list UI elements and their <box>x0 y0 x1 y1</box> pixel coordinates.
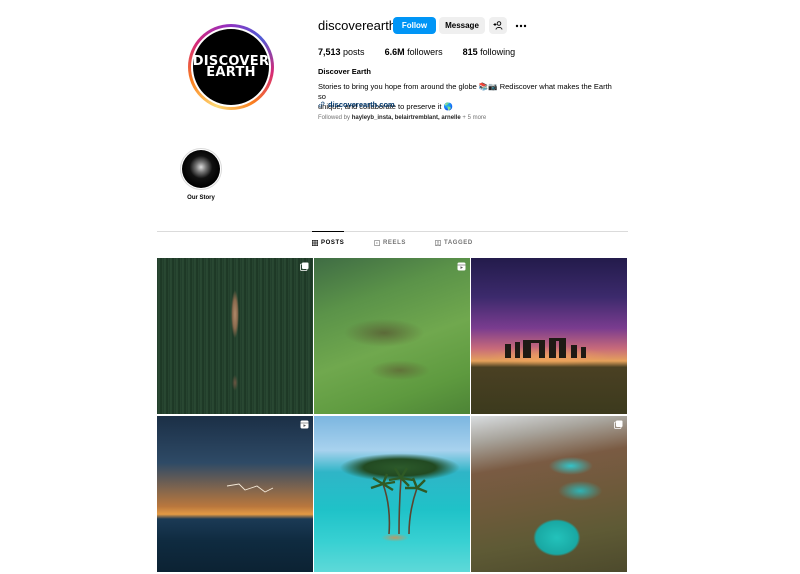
person-add-icon <box>493 21 503 30</box>
more-horizontal-icon <box>515 24 527 27</box>
grid-icon <box>312 240 318 246</box>
tab-tagged[interactable]: TAGGED <box>435 240 473 246</box>
following-count[interactable]: 815 following <box>463 47 516 57</box>
profile-avatar[interactable]: DISCOVER EARTH <box>188 24 274 110</box>
tab-posts[interactable]: POSTS <box>312 240 344 246</box>
followed-by-prefix: Followed by <box>318 115 351 121</box>
posts-count-value: 7,513 <box>318 47 341 57</box>
followed-by-more: + 5 more <box>462 115 487 121</box>
tab-reels[interactable]: REELS <box>374 240 406 246</box>
suggest-accounts-button[interactable] <box>489 17 507 34</box>
post-tile-4[interactable] <box>157 416 313 572</box>
link-icon <box>318 101 325 108</box>
followed-by-names: hayleyb_insta, belairtremblant, arnelle <box>351 115 461 121</box>
followers-count-label: followers <box>407 47 443 57</box>
reel-icon <box>457 262 466 271</box>
followers-count-value: 6.6M <box>384 47 405 57</box>
tagged-icon <box>435 240 441 246</box>
profile-link-text: discoverearth.com <box>328 100 395 109</box>
tab-tagged-label: TAGGED <box>444 240 473 246</box>
following-count-value: 815 <box>462 47 478 57</box>
active-tab-indicator <box>312 231 344 232</box>
followed-by[interactable]: Followed by hayleyb_insta, belairtrembla… <box>318 115 486 121</box>
avatar-logo: DISCOVER EARTH <box>193 29 269 105</box>
following-count-label: following <box>480 47 516 57</box>
tab-posts-label: POSTS <box>321 240 345 246</box>
follow-button[interactable]: Follow <box>393 17 436 34</box>
post-tile-5[interactable] <box>314 416 470 572</box>
avatar-text-line2: EARTH <box>206 65 256 80</box>
message-button[interactable]: Message <box>439 17 485 34</box>
more-options-button[interactable] <box>513 17 529 34</box>
palm-trees <box>370 467 428 535</box>
posts-count-label: posts <box>343 47 365 57</box>
reels-icon <box>374 240 380 246</box>
highlight-cover <box>182 150 220 188</box>
avatar-border: DISCOVER EARTH <box>191 27 271 107</box>
post-tile-1[interactable] <box>157 258 313 414</box>
post-tile-6[interactable] <box>471 416 627 572</box>
followers-count[interactable]: 6.6M followers <box>385 47 443 57</box>
posts-count: 7,513 posts <box>318 47 365 57</box>
tab-reels-label: REELS <box>383 240 407 246</box>
profile-link[interactable]: discoverearth.com <box>318 100 395 109</box>
carousel-icon <box>614 420 623 429</box>
reel-icon <box>300 420 309 429</box>
story-highlight[interactable] <box>180 148 222 190</box>
profile-full-name: Discover Earth <box>318 67 371 76</box>
post-tile-2[interactable] <box>314 258 470 414</box>
carousel-icon <box>300 262 309 271</box>
tabs-divider <box>157 231 628 232</box>
profile-stats: 7,513 posts 6.6M followers 815 following <box>318 47 535 57</box>
stonehenge-silhouette <box>501 336 591 358</box>
bio-line-1: Stories to bring you hope from around th… <box>318 82 612 101</box>
highlight-label: Our Story <box>187 195 215 201</box>
lightning-bolt <box>226 483 274 493</box>
profile-username: discoverearth <box>318 18 397 33</box>
post-tile-3[interactable] <box>471 258 627 414</box>
